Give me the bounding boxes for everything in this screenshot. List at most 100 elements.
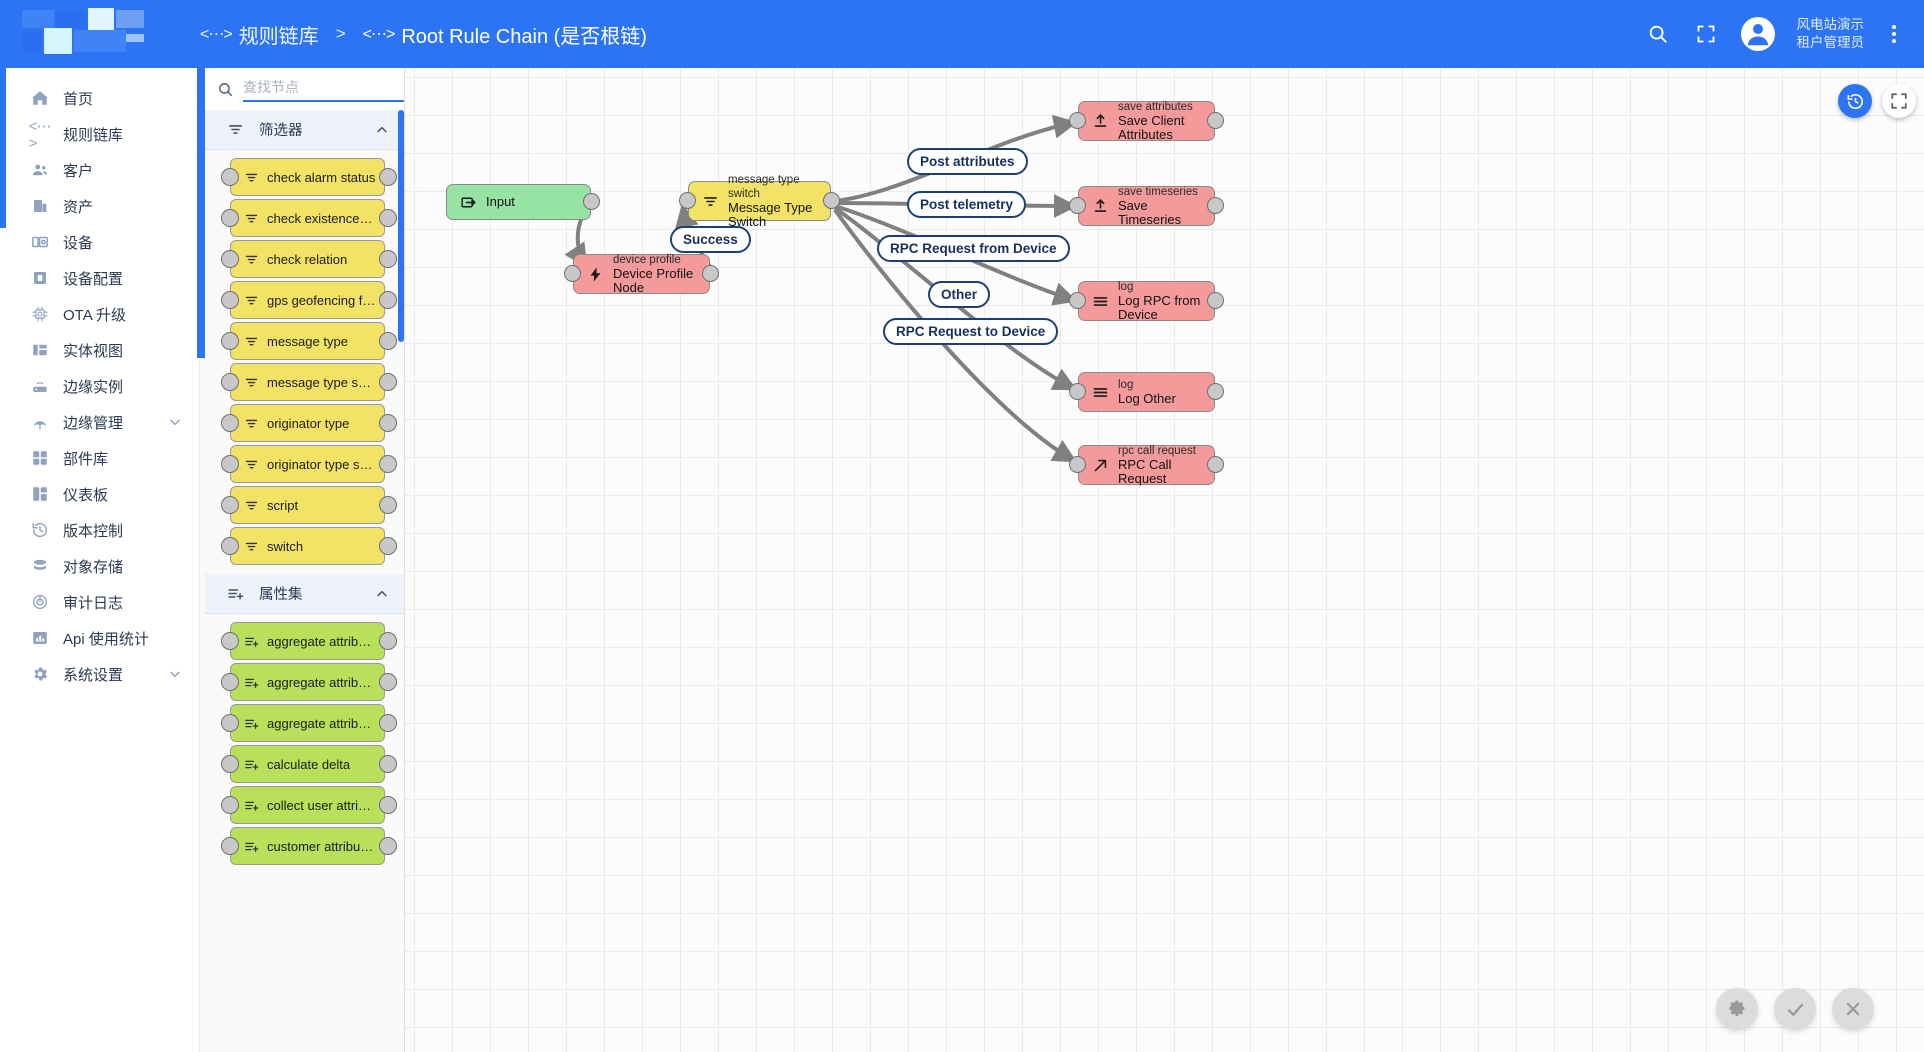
flow-node-save_attributes[interactable]: save attributes Save Client Attributes [1078,101,1215,142]
flow-node-input-port[interactable] [1069,383,1086,400]
node-output-port[interactable] [379,250,397,268]
library-node-body[interactable]: calculate delta [230,745,385,783]
node-input-port[interactable] [221,414,239,432]
sidebar-item-5[interactable]: 设备 [0,224,199,260]
chevron-down-icon[interactable] [167,414,183,430]
flow-node-output-port[interactable] [1207,383,1224,400]
library-node-item[interactable]: aggregate attributes v... [221,704,404,745]
user-info[interactable]: 风电站演示 租户管理员 [1797,16,1865,52]
sidebar-item-4[interactable]: 资产 [0,188,199,224]
sidebar-item-16[interactable]: Api 使用统计 [0,620,199,656]
search-input[interactable] [243,76,404,102]
library-node-item[interactable]: collect user attributes [221,786,404,827]
library-node-body[interactable]: aggregate attributes v... [230,704,385,742]
node-input-port[interactable] [221,714,239,732]
library-node-body[interactable]: customer attributes [230,827,385,865]
sidebar-item-13[interactable]: 版本控制 [0,512,199,548]
fullscreen-icon[interactable] [1693,21,1719,47]
node-output-port[interactable] [379,332,397,350]
edge-label[interactable]: RPC Request to Device [883,318,1059,345]
app-logo[interactable] [0,0,200,68]
node-output-port[interactable] [379,496,397,514]
sidebar-item-1[interactable]: 首页 [0,80,199,116]
edge-label[interactable]: Other [928,281,991,308]
library-node-body[interactable]: check alarm status [230,158,385,196]
flow-node-input-port[interactable] [1069,112,1086,129]
edge-label[interactable]: Post attributes [907,148,1028,175]
close-icon[interactable] [1832,988,1874,1030]
node-output-port[interactable] [379,796,397,814]
library-section-header-1[interactable]: 筛选器 [205,110,404,150]
library-node-item[interactable]: gps geofencing filter [221,281,404,322]
flow-node-input-port[interactable] [1069,292,1086,309]
library-node-body[interactable]: originator type switch [230,445,385,483]
sidebar-item-12[interactable]: 仪表板 [0,476,199,512]
library-node-body[interactable]: collect user attributes [230,786,385,824]
library-node-item[interactable]: aggregate attributes v... [221,622,404,663]
flow-node-output-port[interactable] [583,193,600,210]
node-output-port[interactable] [379,291,397,309]
expand-canvas-icon[interactable] [1882,84,1916,118]
library-node-item[interactable]: originator type switch [221,445,404,486]
node-input-port[interactable] [221,496,239,514]
sidebar-item-3[interactable]: 客户 [0,152,199,188]
node-output-port[interactable] [379,714,397,732]
library-node-body[interactable]: message type [230,322,385,360]
node-input-port[interactable] [221,168,239,186]
node-input-port[interactable] [221,291,239,309]
revision-history-icon[interactable] [1838,84,1872,118]
node-input-port[interactable] [221,537,239,555]
edge-label[interactable]: Success [670,226,751,253]
chevron-down-icon[interactable] [167,666,183,682]
node-library-scroll[interactable]: 筛选器 check alarm status check existence fie… [205,110,404,1052]
library-node-item[interactable]: customer attributes [221,827,404,868]
flow-node-log_rpc[interactable]: log Log RPC from Device [1078,281,1215,322]
flow-node-output-port[interactable] [1207,197,1224,214]
sidebar-item-14[interactable]: 对象存储 [0,548,199,584]
library-node-item[interactable]: message type [221,322,404,363]
rule-chain-canvas[interactable]: Input device profile Device Profile Node me… [405,68,1924,1052]
node-output-port[interactable] [379,209,397,227]
checkmark-icon[interactable] [1774,988,1816,1030]
flow-node-msg_type_switch[interactable]: message type switch Message Type Switch [688,174,831,229]
flow-node-rpc_call[interactable]: rpc call request RPC Call Request [1078,445,1215,486]
flow-node-input-port[interactable] [1069,456,1086,473]
chevron-up-icon[interactable] [374,122,390,138]
node-input-port[interactable] [221,373,239,391]
flow-node-output-port[interactable] [1207,112,1224,129]
library-section-header-2[interactable]: 属性集 [205,574,404,614]
sidebar-item-17[interactable]: 系统设置 [0,656,199,692]
sidebar-item-9[interactable]: 边缘实例 [0,368,199,404]
node-input-port[interactable] [221,755,239,773]
flow-node-device_profile[interactable]: device profile Device Profile Node [573,254,710,295]
node-input-port[interactable] [221,796,239,814]
flow-node-output-port[interactable] [823,192,840,209]
library-node-item[interactable]: originator type [221,404,404,445]
library-scrollbar[interactable] [398,110,404,342]
library-node-body[interactable]: check relation [230,240,385,278]
flow-node-output-port[interactable] [1207,292,1224,309]
library-node-body[interactable]: gps geofencing filter [230,281,385,319]
node-output-port[interactable] [379,414,397,432]
library-node-item[interactable]: script [221,486,404,527]
sidebar-item-8[interactable]: 实体视图 [0,332,199,368]
sidebar-item-2[interactable]: <⋯> 规则链库 [0,116,199,152]
library-node-body[interactable]: check existence fields [230,199,385,237]
node-output-port[interactable] [379,373,397,391]
library-node-item[interactable]: calculate delta [221,745,404,786]
gear-icon[interactable] [1716,988,1758,1030]
library-node-item[interactable]: aggregate attribute va... [221,663,404,704]
sidebar-item-11[interactable]: 部件库 [0,440,199,476]
library-node-item[interactable]: switch [221,527,404,568]
node-input-port[interactable] [221,332,239,350]
node-output-port[interactable] [379,632,397,650]
library-node-body[interactable]: originator type [230,404,385,442]
flow-node-input-port[interactable] [1069,197,1086,214]
library-node-item[interactable]: check existence fields [221,199,404,240]
node-output-port[interactable] [379,537,397,555]
chevron-up-icon[interactable] [374,586,390,602]
avatar[interactable] [1740,17,1775,51]
library-node-item[interactable]: check alarm status [221,158,404,199]
library-node-body[interactable]: script [230,486,385,524]
library-node-item[interactable]: check relation [221,240,404,281]
